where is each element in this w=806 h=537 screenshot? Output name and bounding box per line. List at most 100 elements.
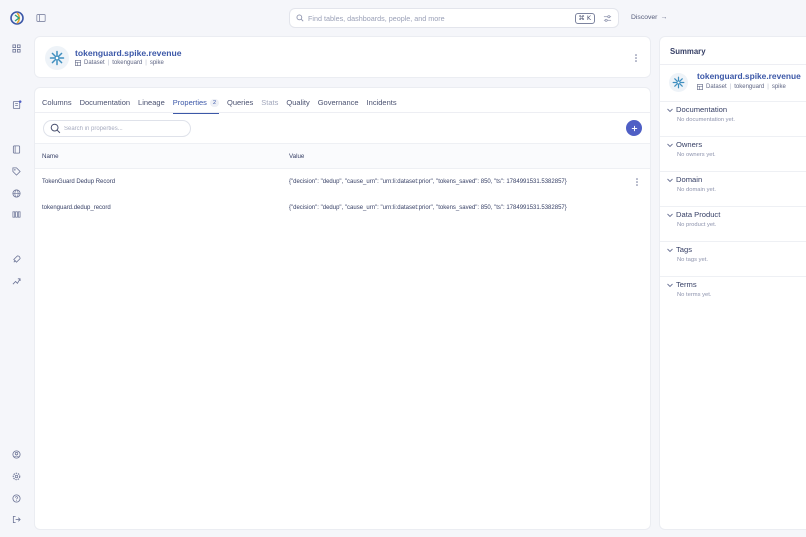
more-options-icon[interactable] xyxy=(634,53,638,63)
container-link[interactable]: spike xyxy=(150,60,164,66)
dataset-title[interactable]: tokenguard.spike.revenue xyxy=(75,48,182,58)
summary-breadcrumb: Dataset | tokenguard | spike xyxy=(697,84,786,90)
home-grid-icon[interactable] xyxy=(11,43,22,54)
summary-title: Summary xyxy=(670,47,706,56)
breadcrumb-separator: | xyxy=(767,84,769,90)
table-icon xyxy=(697,84,703,90)
entity-type-label: Dataset xyxy=(84,60,105,66)
entity-type-label: Dataset xyxy=(706,84,727,90)
summary-section-terms[interactable]: Terms No terms yet. xyxy=(660,276,806,310)
tab-governance[interactable]: Governance xyxy=(318,98,359,110)
properties-search-input[interactable] xyxy=(64,125,184,132)
summary-sidebar: Summary tokenguard.spike.revenue Dataset… xyxy=(659,36,806,530)
tag-icon[interactable] xyxy=(11,166,22,177)
tab-label: Quality xyxy=(286,98,310,107)
library-icon[interactable] xyxy=(11,209,22,220)
section-empty-text: No tags yet. xyxy=(677,257,708,263)
breadcrumb-separator: | xyxy=(107,60,110,66)
search-shortcut-badge: ⌘ K xyxy=(574,12,595,24)
summary-section-domain[interactable]: Domain No domain yet. xyxy=(660,171,806,205)
trending-icon[interactable] xyxy=(11,276,22,287)
breadcrumb-separator: | xyxy=(145,60,147,66)
properties-table: Name Value TokenGuard Dedup Record {"dec… xyxy=(35,143,650,221)
dataset-platform-icon xyxy=(45,46,69,70)
tab-label: Queries xyxy=(227,98,254,107)
table-icon xyxy=(75,60,81,66)
row-more-options-icon[interactable] xyxy=(635,177,639,187)
chevron-down-icon xyxy=(666,141,674,149)
chevron-down-icon xyxy=(666,281,674,289)
tab-divider xyxy=(35,112,650,113)
arrow-right-icon: → xyxy=(660,14,668,21)
container-link[interactable]: spike xyxy=(772,84,786,90)
help-icon[interactable] xyxy=(11,493,22,504)
tab-label: Columns xyxy=(42,98,72,107)
table-row: tokenguard.dedup_record {"decision": "de… xyxy=(35,195,650,221)
tab-properties[interactable]: Properties 2 xyxy=(172,98,220,114)
tab-label: Governance xyxy=(317,98,359,107)
entity-header-card: tokenguard.spike.revenue Dataset | token… xyxy=(34,36,651,78)
chevron-down-icon xyxy=(666,211,674,219)
dataset-breadcrumb: Dataset | tokenguard | spike xyxy=(75,60,164,66)
add-property-button[interactable] xyxy=(626,120,642,136)
tab-documentation[interactable]: Documentation xyxy=(80,98,130,110)
section-empty-text: No terms yet. xyxy=(677,292,712,298)
tab-label: Properties xyxy=(172,98,207,107)
property-name: TokenGuard Dedup Record xyxy=(42,179,116,185)
summary-section-data-product[interactable]: Data Product No product yet. xyxy=(660,206,806,240)
search-icon xyxy=(296,14,304,22)
property-value: {"decision": "dedup", "cause_urn": "urn:… xyxy=(289,179,567,185)
discover-label: Discover xyxy=(631,14,658,21)
logout-icon[interactable] xyxy=(11,514,22,525)
tab-incidents[interactable]: Incidents xyxy=(367,98,397,110)
tab-queries[interactable]: Queries xyxy=(227,98,253,110)
property-name: tokenguard.dedup_record xyxy=(42,205,111,211)
tab-label: Incidents xyxy=(366,98,397,107)
properties-search-box[interactable] xyxy=(43,120,191,137)
column-header-value[interactable]: Value xyxy=(289,153,304,160)
settings-icon[interactable] xyxy=(11,471,22,482)
entity-content-card: Columns Documentation Lineage Properties… xyxy=(34,87,651,530)
globe-icon[interactable] xyxy=(11,188,22,199)
table-header: Name Value xyxy=(35,143,650,169)
sidebar-toggle-icon[interactable] xyxy=(36,13,46,23)
global-search-bar[interactable]: ⌘ K xyxy=(289,8,619,28)
section-empty-text: No product yet. xyxy=(677,222,717,228)
breadcrumb-separator: | xyxy=(729,84,732,90)
document-icon[interactable] xyxy=(11,99,22,110)
discover-link[interactable]: Discover → xyxy=(631,14,667,21)
property-value: {"decision": "dedup", "cause_urn": "urn:… xyxy=(289,205,567,211)
section-title: Domain xyxy=(676,175,703,184)
tab-label: Stats xyxy=(261,98,279,107)
tab-columns[interactable]: Columns xyxy=(42,98,72,110)
table-row: TokenGuard Dedup Record {"decision": "de… xyxy=(35,169,650,195)
tab-quality[interactable]: Quality xyxy=(286,98,309,110)
tab-lineage[interactable]: Lineage xyxy=(138,98,165,110)
section-title: Data Product xyxy=(676,210,721,219)
app-logo-icon[interactable] xyxy=(10,11,24,25)
tab-stats[interactable]: Stats xyxy=(261,98,278,110)
section-empty-text: No domain yet. xyxy=(677,187,716,193)
properties-count-badge: 2 xyxy=(209,98,219,107)
section-title: Documentation xyxy=(676,105,728,114)
column-header-name[interactable]: Name xyxy=(42,153,59,160)
filter-sliders-icon[interactable] xyxy=(603,14,612,23)
user-icon[interactable] xyxy=(11,449,22,460)
book-icon[interactable] xyxy=(11,144,22,155)
platform-link[interactable]: tokenguard xyxy=(112,60,142,66)
summary-section-tags[interactable]: Tags No tags yet. xyxy=(660,241,806,275)
chevron-down-icon xyxy=(666,106,674,114)
summary-dataset-title[interactable]: tokenguard.spike.revenue xyxy=(697,71,801,81)
section-empty-text: No owners yet. xyxy=(677,152,716,158)
summary-divider xyxy=(660,64,806,65)
rocket-icon[interactable] xyxy=(11,254,22,265)
search-icon xyxy=(50,123,61,134)
chevron-down-icon xyxy=(666,246,674,254)
section-title: Terms xyxy=(676,280,697,289)
summary-section-owners[interactable]: Owners No owners yet. xyxy=(660,136,806,170)
section-title: Owners xyxy=(676,140,703,149)
platform-link[interactable]: tokenguard xyxy=(734,84,764,90)
tab-label: Lineage xyxy=(138,98,165,107)
global-search-input[interactable] xyxy=(308,13,575,23)
summary-section-documentation[interactable]: Documentation No documentation yet. xyxy=(660,101,806,135)
